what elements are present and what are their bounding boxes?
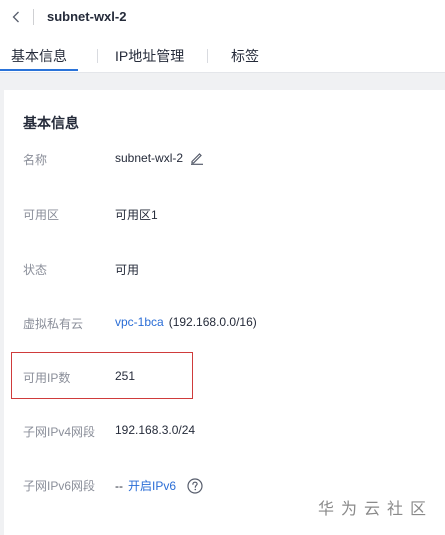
vpc-cidr: (192.168.0.0/16) [168,315,257,329]
header-divider [33,9,34,25]
vpc-link[interactable]: vpc-1bca [115,315,164,329]
tab-tags[interactable]: 标签 [231,46,259,66]
vpc-value-group: vpc-1bca (192.168.0.0/16) [115,315,257,329]
help-icon [187,477,203,494]
status-value: 可用 [115,263,140,277]
section-title: 基本信息 [23,115,79,131]
header-bar: subnet-wxl-2 [0,0,445,36]
vpc-label: 虚拟私有云 [23,317,84,331]
available-ips-value: 251 [115,369,136,383]
enable-ipv6-link[interactable]: 开启IPv6 [128,477,176,494]
active-tab-indicator [0,69,78,71]
page-title: subnet-wxl-2 [47,9,127,24]
name-value: subnet-wxl-2 [115,151,184,165]
ipv6-value-group: -- 开启IPv6 [115,477,203,494]
status-label: 状态 [23,263,48,277]
chevron-left-icon [12,11,19,23]
tab-separator [97,49,98,63]
ipv6-help-button[interactable] [187,477,203,494]
ipv4-value: 192.168.3.0/24 [115,423,196,437]
az-label: 可用区 [23,208,60,222]
az-value: 可用区1 [115,208,158,222]
name-label: 名称 [23,153,48,167]
tab-bar: 基本信息 IP地址管理 标签 [0,36,445,73]
ipv4-label: 子网IPv4网段 [23,425,96,439]
watermark: 华为云社区 [317,501,433,518]
tab-basic-info[interactable]: 基本信息 [11,46,67,66]
back-button[interactable] [8,8,24,26]
ipv6-label: 子网IPv6网段 [23,479,96,493]
ipv6-value: -- [115,478,123,493]
tab-separator [207,49,208,63]
basic-info-card: 基本信息 名称 subnet-wxl-2 可用区 可用区1 状态 可用 虚拟私有… [4,90,445,535]
tab-ip-management[interactable]: IP地址管理 [115,46,184,66]
edit-icon [191,153,204,165]
edit-name-button[interactable] [190,151,204,165]
name-value-group: subnet-wxl-2 [115,151,204,165]
available-ips-label: 可用IP数 [23,371,71,385]
